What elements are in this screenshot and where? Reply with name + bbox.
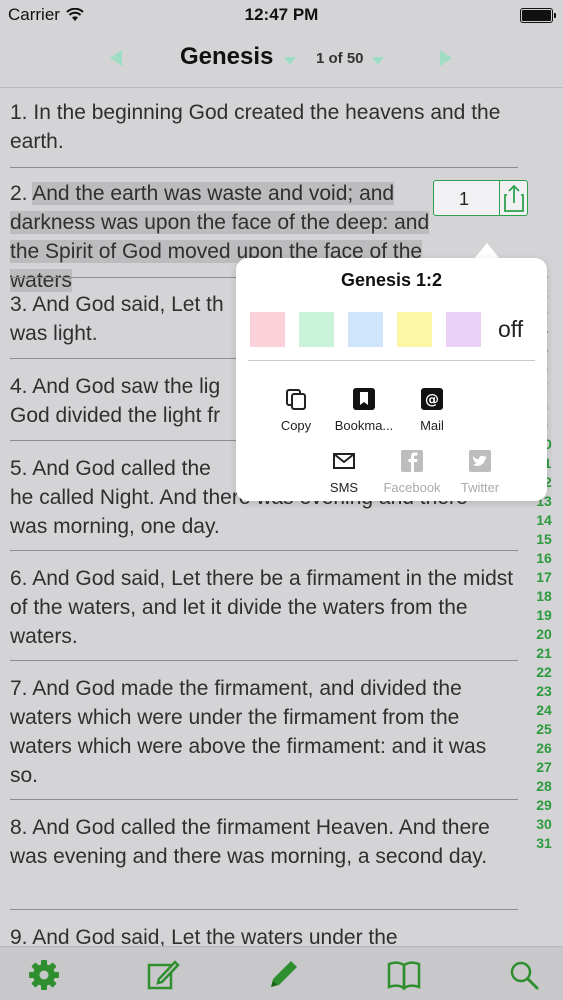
share-button[interactable]: 1 <box>433 180 528 216</box>
chapter-index-item[interactable]: 21 <box>529 644 559 663</box>
facebook-label: Facebook <box>383 480 441 495</box>
status-left: Carrier <box>8 5 84 25</box>
popup-title: Genesis 1:2 <box>340 270 443 290</box>
divider <box>10 909 518 910</box>
divider <box>10 550 518 551</box>
gear-icon[interactable] <box>26 957 62 993</box>
verse-action-popup: Genesis 1:2 off Copy Bookma... @ Mail SM… <box>236 258 547 501</box>
chapter-index-item[interactable]: 30 <box>529 815 559 834</box>
verse-text: And God saw the lig <box>32 375 221 398</box>
verse-7[interactable]: 7. And God made the firmament, and divid… <box>10 674 518 790</box>
status-bar: Carrier 12:47 PM <box>0 0 563 30</box>
divider <box>10 799 518 800</box>
chapter-index-item[interactable]: 26 <box>529 739 559 758</box>
highlight-swatch-yellow[interactable] <box>397 312 432 347</box>
verse-number: 2. <box>10 182 28 205</box>
search-icon[interactable] <box>506 957 542 993</box>
verse-6[interactable]: 6. And God said, Let there be a firmamen… <box>10 564 518 651</box>
chapter-index-item[interactable]: 28 <box>529 777 559 796</box>
wifi-icon <box>66 8 84 21</box>
chapter-dropdown-icon[interactable] <box>372 57 384 65</box>
carrier-label: Carrier <box>8 5 60 24</box>
bookmark-icon <box>353 388 375 410</box>
verse-text: In the beginning God created the heavens… <box>10 101 501 153</box>
verse-1[interactable]: 1. In the beginning God created the heav… <box>10 98 518 156</box>
next-chapter-icon[interactable] <box>440 50 452 66</box>
highlight-off-button[interactable]: off <box>498 316 523 343</box>
popup-divider <box>248 360 535 361</box>
highlight-swatch-blue[interactable] <box>348 312 383 347</box>
share-count: 1 <box>459 189 470 209</box>
divider <box>10 167 518 168</box>
verse-text: And God said, Let th <box>32 293 224 316</box>
verse-number: 6. <box>10 567 28 590</box>
previous-chapter-icon[interactable] <box>110 50 122 66</box>
chapter-index-item[interactable]: 22 <box>529 663 559 682</box>
sms-icon <box>333 453 355 469</box>
twitter-icon <box>469 450 491 472</box>
popup-pointer <box>474 243 500 259</box>
highlight-swatch-green[interactable] <box>299 312 334 347</box>
verse-number: 4. <box>10 375 28 398</box>
verse-text: And God said, Let there be a firmament i… <box>10 567 514 648</box>
chapter-index-item[interactable]: 15 <box>529 530 559 549</box>
highlight-swatch-pink[interactable] <box>250 312 285 347</box>
book-title[interactable]: Genesis <box>180 43 273 71</box>
chapter-index-item[interactable]: 18 <box>529 587 559 606</box>
mail-button[interactable]: @ Mail <box>392 386 472 435</box>
status-time: 12:47 PM <box>244 5 319 24</box>
chapter-index-item[interactable]: 25 <box>529 720 559 739</box>
highlight-swatch-purple[interactable] <box>446 312 481 347</box>
chapter-index-item[interactable]: 19 <box>529 606 559 625</box>
twitter-button[interactable]: Twitter <box>440 448 520 497</box>
chapter-index-item[interactable]: 17 <box>529 568 559 587</box>
verse-text: And God called the firmament Heaven. And… <box>10 816 490 868</box>
verse-text: And God made the firmament, and divided … <box>10 677 487 787</box>
chapter-index-item[interactable]: 31 <box>529 834 559 853</box>
facebook-icon <box>401 450 423 472</box>
chapter-index-item[interactable]: 27 <box>529 758 559 777</box>
verse-number: 1. <box>10 101 28 124</box>
book-dropdown-icon[interactable] <box>284 57 296 65</box>
share-separator <box>499 181 500 215</box>
tab-bar <box>0 946 563 1000</box>
verse-number: 5. <box>10 457 28 480</box>
copy-icon <box>286 389 306 410</box>
verse-text-line: was light. <box>10 322 98 345</box>
share-icon <box>504 184 524 212</box>
twitter-label: Twitter <box>460 480 500 495</box>
verse-number: 3. <box>10 293 28 316</box>
mail-label: Mail <box>420 418 444 433</box>
verse-text-line: was morning, one day. <box>10 515 220 538</box>
verse-8[interactable]: 8. And God called the firmament Heaven. … <box>10 813 518 871</box>
bookmark-label: Bookma... <box>334 418 394 433</box>
chapter-index-item[interactable]: 16 <box>529 549 559 568</box>
verse-text-line: God divided the light fr <box>10 404 221 427</box>
svg-text:@: @ <box>425 392 439 408</box>
verse-number: 8. <box>10 816 28 839</box>
battery-icon <box>520 8 556 23</box>
chapter-index-item[interactable]: 29 <box>529 796 559 815</box>
mail-icon: @ <box>421 388 443 410</box>
verse-text: And God called the <box>32 457 211 480</box>
copy-label: Copy <box>280 418 312 433</box>
chapter-selector[interactable]: 1 of 50 <box>316 50 364 67</box>
note-edit-icon[interactable] <box>145 957 181 993</box>
chapter-index-item[interactable]: 20 <box>529 625 559 644</box>
pencil-icon[interactable] <box>265 957 301 993</box>
verse-number: 7. <box>10 677 28 700</box>
book-icon[interactable] <box>386 957 422 993</box>
chapter-index-item[interactable]: 14 <box>529 511 559 530</box>
chapter-index-item[interactable]: 23 <box>529 682 559 701</box>
divider <box>10 660 518 661</box>
navigation-bar: Genesis 1 of 50 <box>0 30 563 88</box>
sms-label: SMS <box>329 480 359 495</box>
chapter-index-item[interactable]: 24 <box>529 701 559 720</box>
